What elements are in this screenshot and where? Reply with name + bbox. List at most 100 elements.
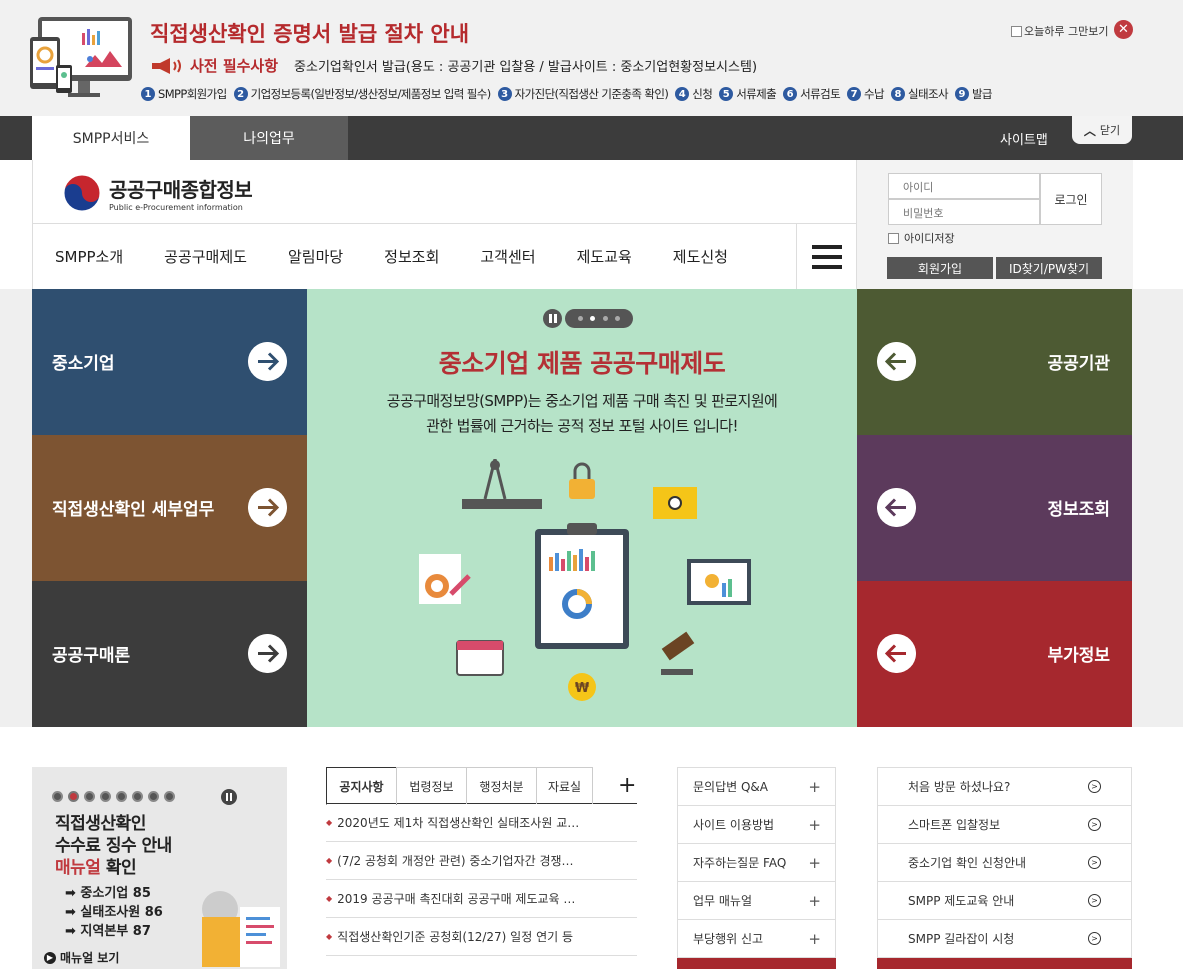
logo-subtitle: Public e-Procurement information [109,203,243,212]
id-input[interactable]: 아이디 [888,173,1040,199]
tab-notice[interactable]: 공지사항 [326,767,397,805]
hide-today-checkbox[interactable]: 오늘하루 그만보기 [1011,23,1108,39]
checkbox-icon[interactable] [1011,25,1022,37]
circle-arrow-icon: > [1088,818,1101,831]
step-item: 2 기업정보등록(일반정보/생산정보/제품정보 입력 필수) [233,86,491,102]
arrow-icon: ➡ [65,886,81,901]
arrow-right-icon [248,488,287,527]
slide-dot[interactable] [614,316,620,321]
promo-pause-button[interactable] [221,789,237,805]
notice-item[interactable]: ◆ 2020년도 제1차 직접생산확인 실태조사원 교… [326,804,637,842]
site-logo[interactable]: 공공구매종합정보 Public e-Procurement informatio… [63,174,253,212]
manual-book-illustration [202,891,280,967]
guide-link-first-visit[interactable]: 처음 방문 하셨나요? > [878,768,1131,806]
logo-title: 공공구매종합정보 [109,178,253,202]
chevron-up-icon: ︿ [1083,123,1096,138]
main-navigation: SMPP소개 공공구매제도 알림마당 정보조회 고객센터 제도교육 제도신청 [55,246,769,267]
slide-dot[interactable] [132,791,143,802]
nav-item-notice-board[interactable]: 알림마당 [288,246,343,267]
slide-dot-active[interactable] [590,316,596,321]
panel-public-institution[interactable]: 공공기관 [857,289,1132,435]
slide-dot[interactable] [84,791,95,802]
slide-dot[interactable] [116,791,127,802]
join-button[interactable]: 회원가입 [887,257,993,279]
plus-icon: + [808,891,821,910]
nav-item-smpp-intro[interactable]: SMPP소개 [55,246,123,267]
quick-link-usage[interactable]: 사이트 이용방법 + [678,806,835,844]
nav-item-application[interactable]: 제도신청 [673,246,728,267]
quick-link-qna[interactable]: 문의답변 Q&A + [678,768,835,806]
quick-link-faq[interactable]: 자주하는질문 FAQ + [678,844,835,882]
checkbox-icon[interactable] [888,232,899,244]
sitemap-link[interactable]: 사이트맵 [1000,129,1048,148]
tab-smpp-service[interactable]: SMPP서비스 [32,116,190,160]
quick-link-manual[interactable]: 업무 매뉴얼 + [678,882,835,920]
notice-item[interactable]: ◆ 2019 공공구매 촉진대회 공공구매 제도교육 … [326,880,637,918]
tab-my-work[interactable]: 나의업무 [190,116,348,160]
step-label: 신청 [692,87,713,101]
step-item: 1 SMPP회원가입 [141,86,227,102]
slide-dot[interactable] [100,791,111,802]
promo-title-line: 직접생산확인 [55,814,146,834]
plus-icon: + [808,777,821,796]
nav-item-info-search[interactable]: 정보조회 [384,246,439,267]
slide-dot[interactable] [578,316,584,321]
quick-links: 문의답변 Q&A + 사이트 이용방법 + 자주하는질문 FAQ + 업무 매뉴얼 + … [677,767,836,969]
header-divider [33,223,856,224]
panel-additional-info[interactable]: 부가정보 [857,581,1132,727]
arrow-right-icon [248,634,287,673]
step-label: 수납 [864,87,885,101]
list-item: ➡ 실태조사원 86 [65,905,163,920]
plus-icon: + [808,815,821,834]
all-menu-button[interactable] [796,224,857,289]
step-number-icon: 6 [783,87,798,101]
site-header: 공공구매종합정보 Public e-Procurement informatio… [32,160,857,289]
hide-today-label: 오늘하루 그만보기 [1024,25,1109,38]
circle-arrow-icon: > [1088,856,1101,869]
slide-dot[interactable] [164,791,175,802]
popup-close-icon[interactable]: ✕ [1114,20,1133,39]
popup-collapse-button[interactable]: ︿ 닫기 [1072,116,1132,144]
bullet-icon: ◆ [326,856,333,865]
arrow-icon: ➡ [65,924,81,939]
guide-link-sme-confirm[interactable]: 중소기업 확인 신청안내 > [878,844,1131,882]
step-label: 실태조사 [908,87,949,101]
hero-desc-line: 관한 법률에 근거하는 공적 정보 포털 사이트 입니다! [426,417,738,435]
view-manual-link[interactable]: ▶ 매뉴얼 보기 [44,949,119,966]
more-plus-icon[interactable]: + [618,773,636,798]
tab-law-info[interactable]: 법령정보 [396,767,467,804]
slide-dot[interactable] [148,791,159,802]
tab-admin-action[interactable]: 행정처분 [466,767,537,804]
circle-arrow-icon: > [1088,932,1101,945]
login-button[interactable]: 로그인 [1040,173,1102,225]
nav-item-procurement-system[interactable]: 공공구매제도 [164,246,247,267]
step-number-icon: 8 [891,87,906,101]
step-item: 7 수납 [847,86,885,102]
step-item: 9 발급 [954,86,993,102]
manual-promo-banner[interactable]: 직접생산확인 수수료 징수 안내 매뉴얼 확인 ➡ 중소기업 85 ➡ 실태조사… [32,767,287,969]
panel-procurement-theory[interactable]: 공공구매론 [32,581,307,727]
find-id-pw-button[interactable]: ID찾기/PW찾기 [996,257,1102,279]
tab-archive[interactable]: 자료실 [536,767,593,804]
slide-indicator [565,309,633,328]
pause-button[interactable] [543,309,562,328]
notice-tabs: 공지사항 법령정보 행정처분 자료실 [326,767,637,805]
notice-item[interactable]: ◆ 직접생산확인기준 공청회(12/27) 일정 연기 등 [326,918,637,956]
quick-link-report[interactable]: 부당행위 신고 + [678,920,835,958]
panel-sme[interactable]: 중소기업 [32,289,307,435]
password-input[interactable]: 비밀번호 [888,199,1040,225]
panel-info-search[interactable]: 정보조회 [857,435,1132,581]
nav-item-customer-center[interactable]: 고객센터 [480,246,535,267]
slide-dot[interactable] [602,316,608,321]
slide-dot[interactable] [52,791,63,802]
panel-direct-production[interactable]: 직접생산확인 세부업무 [32,435,307,581]
guide-link-mobile-bid[interactable]: 스마트폰 입찰정보 > [878,806,1131,844]
guide-link-education[interactable]: SMPP 제도교육 안내 > [878,882,1131,920]
panel-label: 정보조회 [1047,500,1110,520]
slide-dot-active[interactable] [68,791,79,802]
step-label: 서류검토 [800,87,841,101]
nav-item-education[interactable]: 제도교육 [577,246,632,267]
notice-item[interactable]: ◆ (7/2 공청회 개정안 관련) 중소기업자간 경쟁… [326,842,637,880]
save-id-checkbox[interactable]: 아이디저장 [888,230,955,246]
guide-link-guide-video[interactable]: SMPP 길라잡이 시청 > [878,920,1131,958]
